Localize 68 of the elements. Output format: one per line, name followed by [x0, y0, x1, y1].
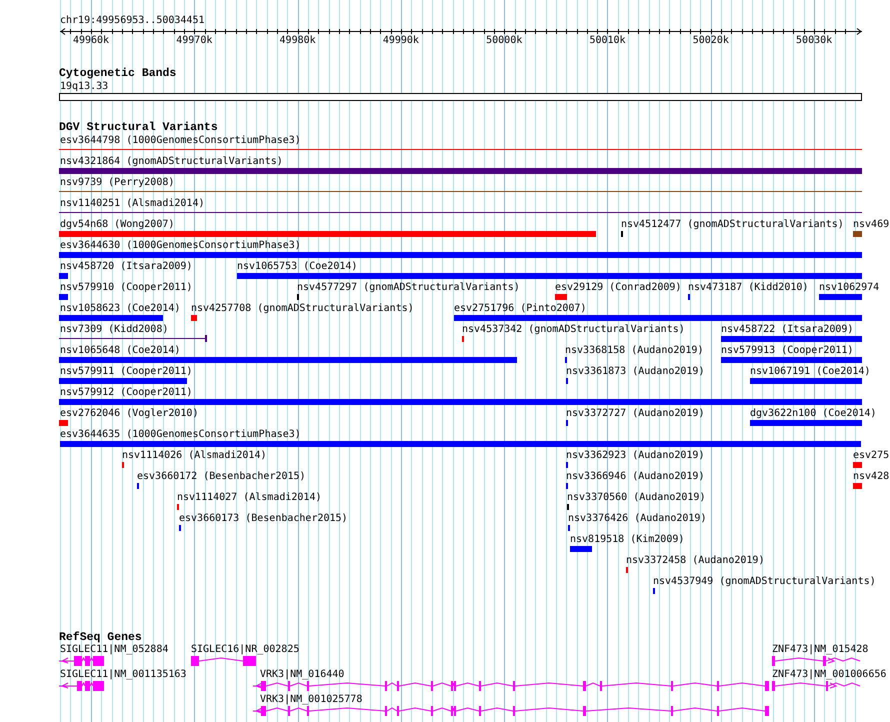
variant-label: esv3644630 (1000GenomesConsortiumPhase3) [60, 240, 301, 251]
variant-label: dgv54n68 (Wong2007) [60, 219, 174, 230]
track-title: RefSeq Genes [59, 631, 142, 644]
variant-label: esv275 [853, 450, 890, 461]
ruler-label: 50010k [589, 35, 626, 46]
location-label: chr19:49956953..50034451 [60, 15, 204, 26]
variant-label: nsv4257708 (gnomADStructuralVariants) [191, 303, 414, 314]
variant-label: nsv1067191 (Coe2014) [750, 366, 870, 377]
ruler-label: 49980k [280, 35, 316, 46]
track-title: Cytogenetic Bands [59, 67, 176, 80]
ruler-label: 49960k [72, 35, 110, 46]
track-title: DGV Structural Variants [59, 121, 218, 134]
variant-label: nsv473187 (Kidd2010) [688, 282, 808, 293]
ruler-label: 50020k [692, 35, 729, 46]
variant-label: nsv1058623 (Coe2014) [60, 303, 180, 314]
variant-label: esv2751796 (Pinto2007) [454, 303, 586, 314]
variant-label: nsv819518 (Kim2009) [570, 534, 684, 545]
ruler-label: 50000k [486, 35, 522, 46]
variant-label: nsv1065648 (Coe2014) [60, 345, 180, 356]
variant-label: nsv4577297 (gnomADStructuralVariants) [297, 282, 520, 293]
gene-label: ZNF473|NM_001006656 [772, 669, 886, 680]
variant-label: nsv579912 (Cooper2011) [60, 387, 192, 398]
variant-label: nsv3362923 (Audano2019) [566, 450, 704, 461]
variant-label: nsv3366946 (Audano2019) [566, 471, 704, 482]
gene-label: SIGLEC11|NM_001135163 [60, 669, 186, 680]
variant-label: nsv1140251 (Alsmadi2014) [60, 198, 204, 209]
variant-label: nsv1065753 (Coe2014) [237, 261, 358, 272]
variant-label: nsv4537949 (gnomADStructuralVariants) [653, 576, 876, 587]
variant-label: dgv3622n100 (Coe2014) [750, 408, 876, 419]
variant-label: nsv1114027 (Alsmadi2014) [177, 492, 322, 503]
band-label: 19q13.33 [60, 81, 108, 92]
variant-label: nsv1062974 [819, 282, 880, 293]
variant-label: nsv3368158 (Audano2019) [565, 345, 704, 356]
variant-label: nsv4321864 (gnomADStructuralVariants) [60, 156, 283, 167]
gene-label: ZNF473|NM_015428 [772, 644, 868, 655]
variant-label: nsv469 [853, 219, 890, 230]
gene-model-drawing [58, 656, 104, 666]
variant-label: nsv458720 (Itsara2009) [60, 261, 192, 272]
variant-label: esv3660173 (Besenbacher2015) [179, 513, 348, 524]
variant-label: nsv579911 (Cooper2011) [60, 366, 192, 377]
variant-label: nsv579910 (Cooper2011) [60, 282, 192, 293]
variant-label: nsv4512477 (gnomADStructuralVariants) [621, 219, 844, 230]
variant-label: esv29129 (Conrad2009) [555, 282, 682, 293]
variant-label: nsv428 [853, 471, 890, 482]
ruler-label: 49990k [382, 35, 419, 46]
variant-label: nsv1114026 (Alsmadi2014) [122, 450, 266, 461]
variant-label: nsv4537342 (gnomADStructuralVariants) [462, 324, 685, 335]
gene-label: SIGLEC16|NR_002825 [191, 644, 300, 655]
gene-label: VRK3|NM_016440 [260, 669, 344, 680]
ruler-label: 49970k [176, 35, 212, 46]
variant-label: nsv9739 (Perry2008) [60, 177, 174, 188]
ruler-label: 50030k [796, 35, 832, 46]
gene-model-drawing [191, 656, 256, 666]
variant-label: nsv579913 (Cooper2011) [721, 345, 854, 356]
gene-label: VRK3|NM_001025778 [260, 694, 362, 705]
variant-label: nsv3361873 (Audano2019) [566, 366, 704, 377]
variant-label: nsv3370560 (Audano2019) [567, 492, 706, 503]
variant-label: esv3660172 (Besenbacher2015) [137, 471, 306, 482]
gene-model-drawing [58, 681, 104, 691]
variant-label: nsv7309 (Kidd2008) [60, 324, 168, 335]
variant-label: esv3644798 (1000GenomesConsortiumPhase3) [60, 135, 301, 146]
variant-label: nsv3376426 (Audano2019) [568, 513, 706, 524]
variant-label: nsv3372458 (Audano2019) [626, 555, 764, 566]
variant-label: nsv458722 (Itsara2009) [721, 324, 854, 335]
variant-label: esv2762046 (Vogler2010) [60, 408, 198, 419]
variant-label: nsv3372727 (Audano2019) [566, 408, 704, 419]
variant-label: esv3644635 (1000GenomesConsortiumPhase3) [60, 429, 301, 440]
gene-label: SIGLEC11|NM_052884 [60, 644, 168, 655]
